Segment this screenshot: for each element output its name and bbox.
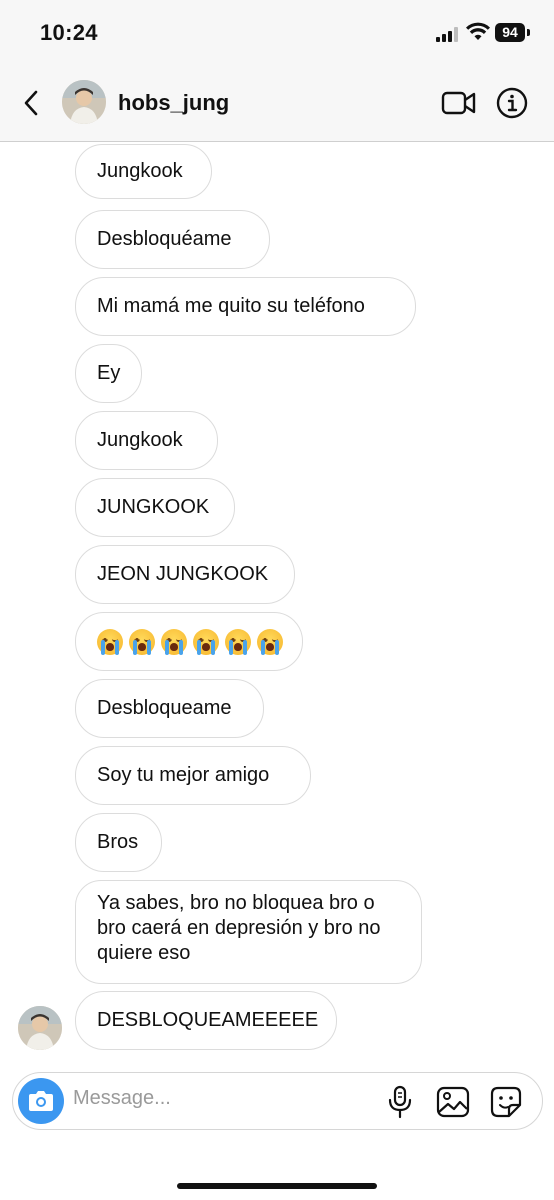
message-text: Desbloqueame (97, 697, 232, 719)
message-input[interactable] (73, 1087, 373, 1110)
loudly-crying-face-icon (257, 628, 283, 655)
message-text: Mi mamá me quito su teléfono (97, 295, 365, 317)
battery-indicator: 94 (495, 23, 525, 42)
message-text: JUNGKOOK (97, 496, 210, 518)
message-text: Ya sabes, bro no bloquea bro o bro caerá… (97, 892, 381, 964)
chevron-left-icon[interactable] (20, 88, 42, 118)
loudly-crying-face-icon (193, 628, 219, 655)
message-bubble[interactable]: Bros (75, 813, 162, 872)
message-bubble[interactable]: Mi mamá me quito su teléfono (75, 277, 416, 336)
camera-icon (29, 1091, 53, 1111)
profile-photo (18, 1006, 62, 1050)
message-bubble[interactable]: Ey (75, 344, 142, 403)
message-bubble[interactable]: Jungkook (75, 144, 212, 199)
cellular-signal-icon (436, 26, 460, 42)
message-text: Ey (97, 362, 121, 384)
message-text: DESBLOQUEAMEEEEE (97, 1009, 319, 1031)
message-bubble[interactable]: Ya sabes, bro no bloquea bro o bro caerá… (75, 880, 422, 984)
chat-username[interactable]: hobs_jung (118, 90, 229, 116)
sticker-icon[interactable] (489, 1085, 523, 1119)
camera-button[interactable] (18, 1078, 64, 1124)
message-bubble[interactable]: Desbloqueame (75, 679, 264, 738)
loudly-crying-face-icon (161, 628, 187, 655)
video-camera-icon[interactable] (441, 88, 477, 118)
loudly-crying-face-icon (97, 628, 123, 655)
gallery-icon[interactable] (436, 1085, 470, 1119)
message-text: Bros (97, 831, 139, 853)
message-bubble[interactable]: JEON JUNGKOOK (75, 545, 295, 604)
profile-photo (62, 80, 106, 124)
sender-avatar[interactable] (18, 1006, 62, 1050)
microphone-icon[interactable] (386, 1085, 414, 1119)
loudly-crying-face-icon (225, 628, 251, 655)
chat-header: hobs_jung (0, 66, 554, 142)
message-bubble[interactable]: Jungkook (75, 411, 218, 470)
message-text: JEON JUNGKOOK (97, 563, 269, 585)
status-bar: 10:24 94 (0, 0, 554, 66)
message-bubble[interactable]: Desbloquéame (75, 210, 270, 269)
home-indicator[interactable] (177, 1183, 377, 1189)
status-time: 10:24 (40, 20, 98, 45)
message-bubble[interactable]: 😭😭😭😭😭😭 (75, 612, 303, 671)
message-text: Desbloquéame (97, 228, 232, 250)
battery-tip (527, 29, 530, 36)
message-bubble[interactable]: Soy tu mejor amigo (75, 746, 311, 805)
message-text: Jungkook (97, 429, 183, 451)
message-text: Soy tu mejor amigo (97, 764, 270, 786)
avatar[interactable] (62, 80, 106, 124)
message-composer (12, 1072, 543, 1130)
message-bubble[interactable]: JUNGKOOK (75, 478, 235, 537)
message-thread: Jungkook Desbloquéame Mi mamá me quito s… (0, 142, 554, 1062)
info-icon[interactable] (496, 87, 528, 119)
message-bubble[interactable]: DESBLOQUEAMEEEEE (75, 991, 337, 1050)
crying-emoji-row (97, 628, 283, 655)
message-text: Jungkook (97, 160, 183, 182)
loudly-crying-face-icon (129, 628, 155, 655)
wifi-icon (466, 22, 490, 40)
